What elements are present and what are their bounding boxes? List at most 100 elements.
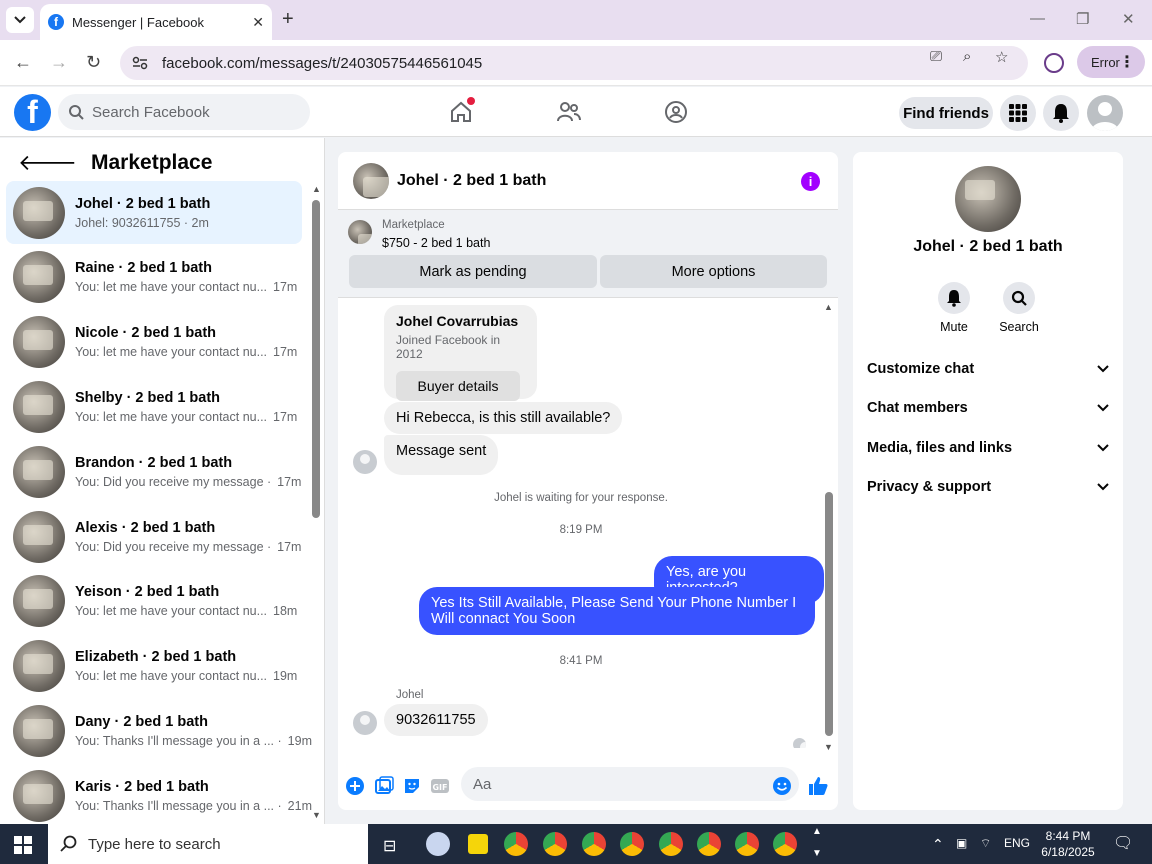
site-settings-icon[interactable] — [132, 56, 148, 70]
chevron-down-icon — [14, 16, 26, 24]
conversation-item[interactable]: Karis · 2 bed 1 bath You: Thanks I'll mes… — [6, 764, 312, 824]
address-bar[interactable]: facebook.com/messages/t/2403057544656104… — [120, 46, 1028, 80]
section-customize-chat[interactable]: Customize chat — [867, 361, 1109, 377]
chrome-app-icon[interactable] — [697, 832, 721, 856]
chrome-app-icon[interactable] — [735, 832, 759, 856]
scroll-down-arrow[interactable]: ▼ — [312, 810, 321, 820]
bookmark-star-icon[interactable]: ☆ — [995, 48, 1008, 66]
sticky-notes-icon[interactable] — [468, 834, 488, 854]
device-icon[interactable]: ▣ — [956, 836, 967, 850]
chevron-up-icon[interactable]: ⌃ — [932, 836, 944, 853]
notifications-button[interactable] — [1043, 95, 1079, 131]
conversation-avatar — [13, 769, 65, 822]
chrome-app-icon[interactable] — [504, 832, 528, 856]
friends-icon[interactable] — [556, 99, 582, 125]
sidebar-scrollbar[interactable] — [312, 200, 320, 518]
windows-taskbar: Type here to search ⊟ ▲ ▼ ⌃ ▣ ⌔ ENG 8:44… — [0, 824, 1152, 864]
chrome-app-icon[interactable] — [620, 832, 644, 856]
menu-grid-button[interactable] — [1000, 95, 1036, 131]
taskbar-scroll-down[interactable]: ▼ — [812, 848, 822, 859]
profile-avatar[interactable] — [955, 166, 1021, 232]
conversation-item[interactable]: Dany · 2 bed 1 bath You: Thanks I'll mess… — [6, 699, 312, 762]
language-indicator[interactable]: ENG — [1004, 836, 1030, 850]
minimize-icon[interactable]: — — [1030, 10, 1045, 27]
chrome-app-icon[interactable] — [773, 832, 797, 856]
mark-as-pending-button[interactable]: Mark as pending — [349, 255, 597, 288]
reload-icon[interactable]: ↻ — [86, 52, 101, 73]
find-friends-button[interactable]: Find friends — [899, 97, 993, 129]
chat-scroll-down[interactable]: ▼ — [824, 742, 833, 752]
chrome-app-icon[interactable] — [543, 832, 567, 856]
info-icon[interactable]: i — [801, 172, 820, 191]
taskbar-search-input[interactable]: Type here to search — [48, 824, 368, 864]
forward-arrow-icon[interactable]: → — [50, 52, 68, 73]
conversation-time: 17m — [277, 539, 302, 554]
conversation-snippet: You: let me have your contact nu... — [75, 409, 268, 424]
conversation-item[interactable]: Johel · 2 bed 1 bath Johel: 9032611755 · … — [6, 181, 302, 244]
conversation-item[interactable]: Nicole · 2 bed 1 bath You: let me have yo… — [6, 311, 302, 374]
taskbar-clock[interactable]: 8:44 PM 6/18/2025 — [1038, 828, 1098, 860]
conversation-item[interactable]: Yeison · 2 bed 1 bath You: let me have yo… — [6, 570, 302, 633]
zoom-icon[interactable]: ⌕ — [963, 48, 971, 65]
tab-search-button[interactable] — [6, 7, 34, 33]
mute-button[interactable]: Mute — [924, 282, 984, 334]
sticker-icon[interactable] — [402, 776, 422, 796]
wifi-icon[interactable]: ⌔ — [980, 836, 991, 851]
chat-scroll-up[interactable]: ▲ — [824, 302, 833, 312]
scroll-up-arrow[interactable]: ▲ — [312, 184, 321, 194]
photo-icon[interactable] — [374, 776, 394, 796]
chat-avatar[interactable] — [353, 162, 389, 199]
facebook-search-input[interactable]: Search Facebook — [58, 94, 310, 130]
section-privacy-support[interactable]: Privacy & support — [867, 479, 1109, 495]
message-input[interactable]: Aa — [461, 767, 799, 801]
notification-dot — [467, 97, 475, 105]
task-view-icon[interactable]: ⊟ — [383, 836, 396, 856]
more-options-button[interactable]: More options — [600, 255, 827, 288]
conversation-time: 17m — [273, 345, 298, 360]
chat-title[interactable]: Johel · 2 bed 1 bath — [397, 172, 546, 190]
install-app-icon[interactable]: ⎚ — [930, 48, 942, 65]
conversation-item[interactable]: Brandon · 2 bed 1 bath You: Did you recei… — [6, 440, 302, 503]
message-thread: Johel Covarrubias Joined Facebook in 201… — [338, 298, 824, 748]
windows-start-icon[interactable] — [14, 836, 32, 854]
chrome-app-icon[interactable] — [582, 832, 606, 856]
plus-circle-icon[interactable] — [345, 776, 365, 796]
paint-app-icon[interactable] — [426, 832, 450, 856]
chat-scrollbar[interactable] — [825, 492, 833, 736]
browser-tab-active[interactable]: f Messenger | Facebook ✕ — [40, 4, 272, 40]
thumbs-up-icon[interactable] — [808, 776, 828, 796]
kebab-menu-icon[interactable]: ⋮ — [1119, 52, 1135, 72]
conversation-time: 18m — [273, 604, 298, 619]
back-arrow-icon[interactable]: 🡐 — [18, 150, 77, 176]
conversation-meta: You: let me have your contact nu... 17m — [75, 406, 297, 424]
listing-price[interactable]: $750 - 2 bed 1 bath — [382, 236, 490, 250]
search-conversation-button[interactable]: Search — [989, 282, 1049, 334]
emoji-icon[interactable] — [772, 776, 792, 796]
conversation-item[interactable]: Raine · 2 bed 1 bath You: let me have you… — [6, 246, 302, 309]
browser-toolbar: ← → ↻ facebook.com/messages/t/2403057544… — [0, 40, 1152, 86]
gif-icon[interactable]: GIF — [430, 776, 450, 796]
profile-icon[interactable] — [1044, 53, 1064, 73]
conversation-item[interactable]: Shelby · 2 bed 1 bath You: let me have yo… — [6, 375, 302, 438]
chrome-app-icon[interactable] — [659, 832, 683, 856]
conversation-item[interactable]: Alexis · 2 bed 1 bath You: Did you receiv… — [6, 505, 302, 568]
taskbar-scroll-up[interactable]: ▲ — [812, 826, 822, 837]
conversation-name: Shelby · 2 bed 1 bath — [75, 389, 221, 406]
account-avatar[interactable] — [1087, 95, 1123, 131]
notification-center-icon[interactable]: 🗨 — [1113, 833, 1133, 853]
window-close-icon[interactable]: ✕ — [1122, 10, 1135, 28]
section-chat-members[interactable]: Chat members — [867, 400, 1109, 416]
buyer-details-button[interactable]: Buyer details — [396, 371, 520, 401]
groups-icon[interactable] — [663, 99, 689, 125]
conversation-name: Nicole · 2 bed 1 bath — [75, 325, 216, 342]
new-tab-icon[interactable]: + — [282, 8, 294, 31]
tab-close-icon[interactable]: ✕ — [252, 14, 264, 31]
section-media-files-links[interactable]: Media, files and links — [867, 440, 1109, 456]
facebook-logo-icon[interactable]: f — [14, 94, 51, 131]
back-arrow-icon[interactable]: ← — [14, 52, 32, 73]
restore-icon[interactable]: ❐ — [1076, 10, 1089, 28]
conversation-item[interactable]: Elizabeth · 2 bed 1 bath You: let me have… — [6, 635, 302, 698]
browser-tabbar: f Messenger | Facebook ✕ + — ❐ ✕ — [0, 0, 1152, 40]
marketplace-label: Marketplace — [382, 219, 445, 231]
profile-error-button[interactable]: Error ⋮ — [1077, 46, 1145, 78]
